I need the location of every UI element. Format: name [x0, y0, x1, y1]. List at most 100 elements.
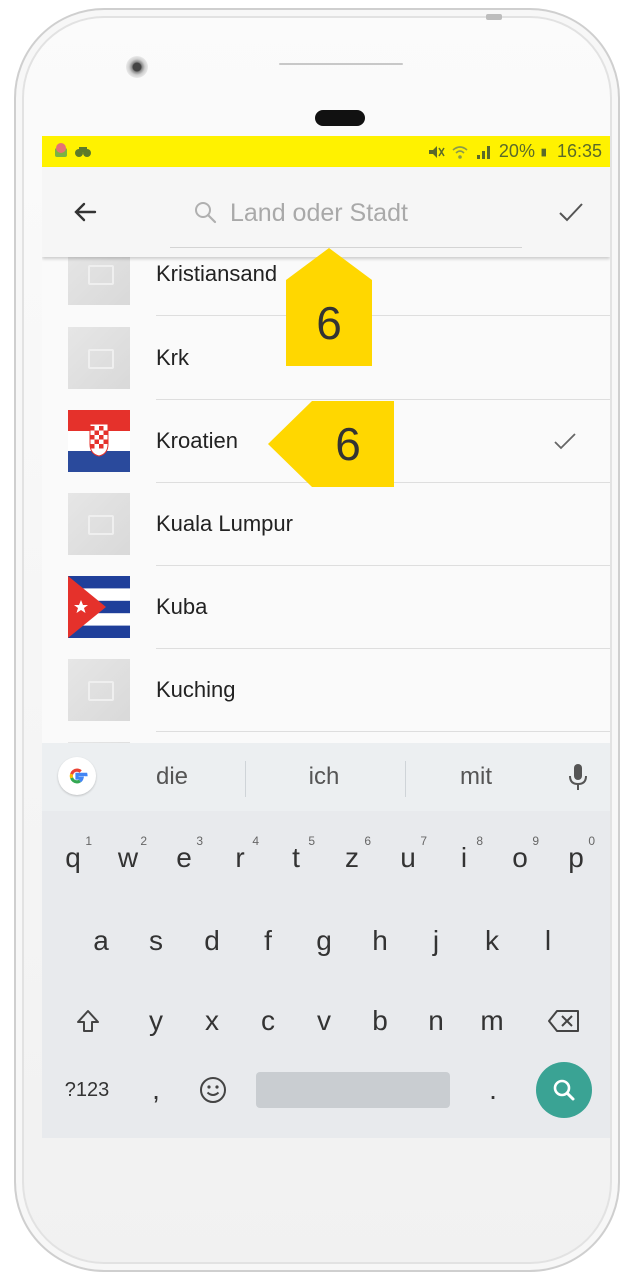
key-number: 0: [588, 834, 595, 848]
image-placeholder-icon: [68, 257, 130, 305]
suggestion-item[interactable]: mit: [426, 763, 526, 791]
battery-icon: [541, 148, 546, 156]
power-button: [486, 14, 502, 20]
binoculars-icon: [75, 147, 91, 157]
key-k[interactable]: k: [467, 913, 517, 969]
key-label: q: [65, 842, 81, 873]
list-item[interactable]: Kuba: [42, 566, 610, 649]
key-z[interactable]: z6: [327, 830, 377, 886]
key-v[interactable]: v: [299, 993, 349, 1049]
key-e[interactable]: e3: [159, 830, 209, 886]
shift-key[interactable]: [62, 993, 114, 1049]
list-item-label: Kristiansand: [156, 261, 278, 286]
key-number: 2: [140, 834, 147, 848]
key-o[interactable]: o9: [495, 830, 545, 886]
key-number: 1: [85, 834, 92, 848]
key-m[interactable]: m: [467, 993, 517, 1049]
key-w[interactable]: w2: [103, 830, 153, 886]
key-label: u: [400, 842, 416, 873]
arrow-left-icon[interactable]: [68, 195, 102, 229]
wifi-icon: [452, 145, 468, 159]
suggestion-item[interactable]: ich: [274, 763, 374, 791]
key-n[interactable]: n: [411, 993, 461, 1049]
signal-icon: [476, 145, 490, 159]
key-x[interactable]: x: [187, 993, 237, 1049]
search-input[interactable]: [230, 195, 510, 231]
backspace-icon: [548, 1010, 579, 1032]
key-number: 5: [308, 834, 315, 848]
checkmark-icon[interactable]: [554, 195, 588, 229]
period-key[interactable]: .: [468, 1062, 518, 1118]
key-g[interactable]: g: [299, 913, 349, 969]
image-placeholder-icon: [68, 493, 130, 555]
key-label: o: [512, 842, 528, 873]
list-item[interactable]: Kuala Lumpur: [42, 483, 610, 566]
divider: [405, 761, 406, 797]
flag-croatia-icon: [68, 410, 130, 472]
key-q[interactable]: q1: [48, 830, 98, 886]
key-p[interactable]: p0: [551, 830, 601, 886]
image-placeholder-icon: [68, 327, 130, 389]
key-h[interactable]: h: [355, 913, 405, 969]
key-c[interactable]: c: [243, 993, 293, 1049]
flag-cuba-icon: [68, 576, 130, 638]
suggestion-strip: die ich mit: [42, 743, 610, 811]
key-number: 6: [364, 834, 371, 848]
list-item-label: Kuala Lumpur: [156, 511, 293, 536]
microphone-icon[interactable]: [564, 761, 592, 795]
key-i[interactable]: i8: [439, 830, 489, 886]
key-l[interactable]: l: [523, 913, 573, 969]
key-f[interactable]: f: [243, 913, 293, 969]
list-item[interactable]: [42, 732, 610, 743]
list-item-label: Kuching: [156, 677, 236, 702]
key-number: 4: [252, 834, 259, 848]
mute-icon: [428, 145, 445, 158]
battery-percent: 20%: [498, 141, 535, 161]
key-s[interactable]: s: [131, 913, 181, 969]
emoji-icon: [200, 1077, 226, 1103]
speaker-grille: [279, 63, 403, 65]
backspace-key[interactable]: [536, 993, 592, 1049]
key-t[interactable]: t5: [271, 830, 321, 886]
callout-number: 6: [335, 418, 361, 470]
key-number: 3: [196, 834, 203, 848]
key-label: t: [292, 842, 300, 873]
key-a[interactable]: a: [76, 913, 126, 969]
search-icon: [553, 1079, 575, 1101]
google-g-glyph: [69, 768, 88, 784]
key-label: w: [117, 842, 139, 873]
key-b[interactable]: b: [355, 993, 405, 1049]
divider: [245, 761, 246, 797]
android-robot-icon: [55, 143, 67, 157]
list-item-label: Krk: [156, 345, 189, 370]
key-r[interactable]: r4: [215, 830, 265, 886]
spacebar[interactable]: [256, 1072, 450, 1108]
shift-icon: [77, 1010, 99, 1032]
key-label: i: [460, 842, 468, 873]
search-key[interactable]: [536, 1062, 592, 1118]
list-item-label: Kuba: [156, 594, 208, 619]
google-g-icon[interactable]: [58, 757, 96, 795]
clock: 16:35: [556, 141, 602, 161]
symbols-key[interactable]: ?123: [52, 1062, 122, 1118]
key-number: 7: [420, 834, 427, 848]
keyboard: die ich mit q1 w2 e3 r4 t5 z6 u7 i8 o9 p…: [42, 743, 610, 1138]
comma-key[interactable]: ,: [134, 1062, 178, 1118]
key-d[interactable]: d: [187, 913, 237, 969]
front-camera: [126, 56, 148, 78]
callout-number: 6: [316, 297, 342, 349]
image-placeholder-icon: [68, 659, 130, 721]
list-item[interactable]: Kuching: [42, 649, 610, 732]
emoji-key[interactable]: [188, 1062, 238, 1118]
suggestion-item[interactable]: die: [122, 763, 222, 791]
checkmark-icon: [554, 433, 576, 450]
search-field[interactable]: [170, 189, 522, 248]
key-y[interactable]: y: [131, 993, 181, 1049]
divider: [156, 315, 610, 316]
key-j[interactable]: j: [411, 913, 461, 969]
key-u[interactable]: u7: [383, 830, 433, 886]
list-item-label: Kroatien: [156, 428, 238, 453]
key-number: 8: [476, 834, 483, 848]
key-label: z: [345, 842, 359, 873]
key-label: r: [235, 842, 245, 873]
